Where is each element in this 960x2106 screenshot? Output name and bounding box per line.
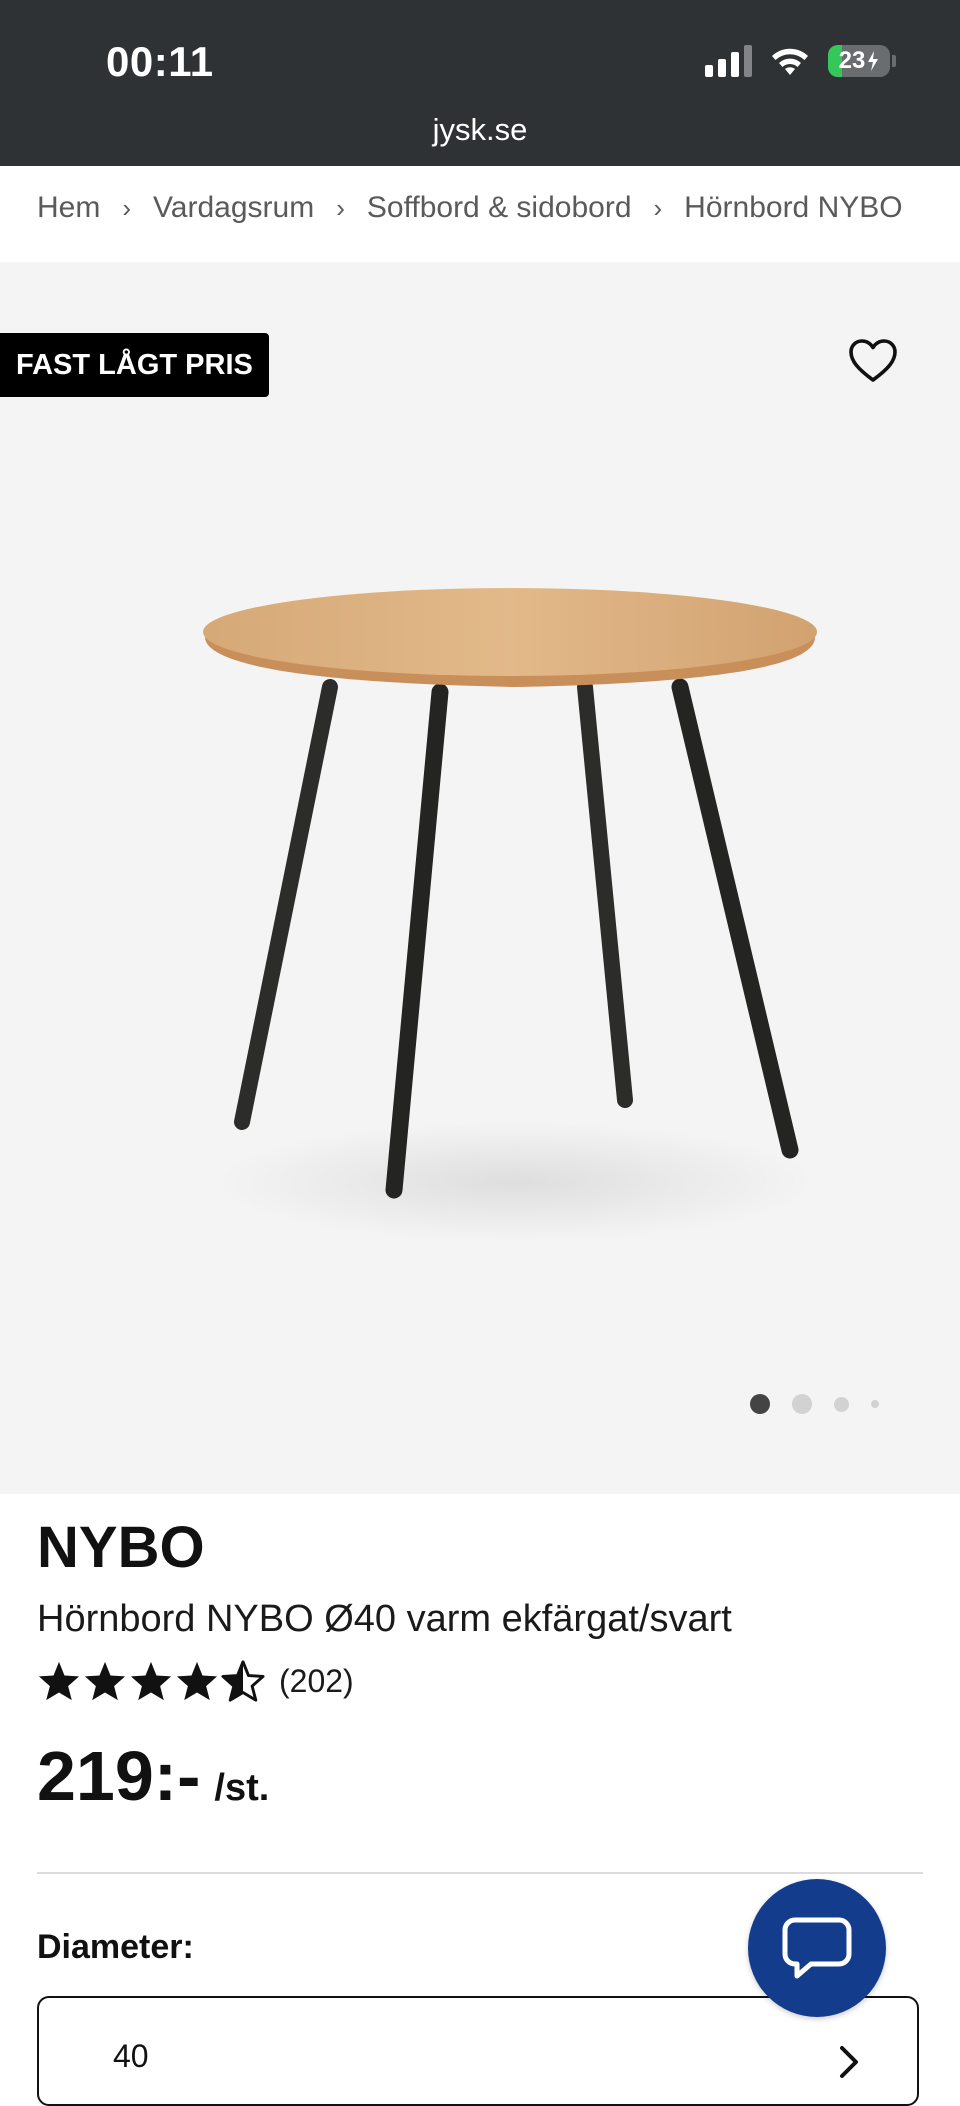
diameter-value: 40	[113, 2038, 149, 2074]
star-filled-icon	[84, 1661, 126, 1701]
wifi-icon	[772, 48, 808, 75]
pagination-dot[interactable]	[871, 1400, 879, 1408]
charging-bolt-icon	[868, 51, 879, 71]
chevron-right-icon: ›	[336, 192, 345, 223]
price-row: 219:- /st.	[37, 1736, 269, 1816]
price-unit: /st.	[214, 1767, 270, 1809]
star-filled-icon	[38, 1661, 80, 1701]
status-time: 00:11	[106, 38, 214, 85]
rating-count[interactable]: (202)	[279, 1663, 354, 1700]
price-badge: FAST LÅGT PRIS	[0, 333, 269, 397]
diameter-select[interactable]: 40	[37, 1996, 919, 2106]
status-icons: 23	[705, 44, 896, 78]
rating-stars	[37, 1660, 265, 1702]
breadcrumb-home[interactable]: Hem	[37, 191, 100, 225]
url-bar[interactable]: jysk.se	[0, 112, 960, 148]
chevron-right-icon	[840, 2046, 858, 2078]
heart-outline-icon[interactable]	[848, 338, 898, 384]
divider	[37, 1872, 923, 1874]
breadcrumb: Hem › Vardagsrum › Soffbord & sidobord ›…	[37, 186, 927, 230]
chat-bubble-icon	[782, 1917, 852, 1979]
product-title: Hörnbord NYBO Ø40 varm ekfärgat/svart	[37, 1598, 732, 1640]
star-filled-icon	[176, 1661, 218, 1701]
chevron-right-icon: ›	[122, 192, 132, 223]
breadcrumb-current[interactable]: Hörnbord NYBO	[684, 191, 902, 225]
star-half-icon	[221, 1660, 265, 1702]
status-bar: 00:11 23 jysk.se	[0, 0, 960, 166]
pagination-dot[interactable]	[834, 1396, 849, 1412]
battery-level: 23	[838, 47, 866, 74]
product-image	[203, 588, 817, 1242]
battery-cap	[892, 55, 896, 67]
product-gallery[interactable]: FAST LÅGT PRIS	[0, 262, 960, 1494]
gallery-pagination[interactable]	[750, 1394, 879, 1414]
diameter-label: Diameter:	[37, 1928, 194, 1966]
product-rating[interactable]: (202)	[37, 1660, 354, 1702]
chat-button[interactable]	[748, 1879, 886, 2017]
product-brand: NYBO	[37, 1515, 205, 1580]
breadcrumb-vardagsrum[interactable]: Vardagsrum	[153, 191, 314, 225]
product-price: 219:-	[37, 1737, 201, 1815]
breadcrumb-soffbord[interactable]: Soffbord & sidobord	[367, 191, 632, 225]
pagination-dot[interactable]	[792, 1394, 812, 1414]
cellular-signal-icon	[705, 45, 752, 77]
chevron-right-icon: ›	[653, 192, 663, 223]
battery-icon: 23	[828, 45, 890, 77]
pagination-dot-active[interactable]	[750, 1394, 770, 1414]
star-filled-icon	[130, 1661, 172, 1701]
